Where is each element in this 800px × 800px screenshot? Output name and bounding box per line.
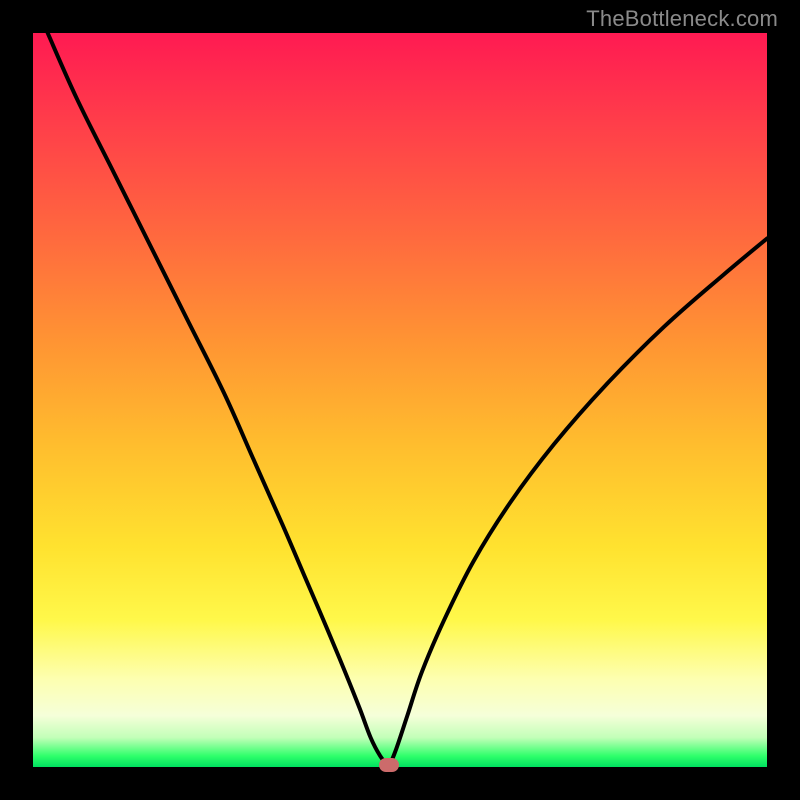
optimal-point-marker	[379, 758, 399, 772]
bottleneck-curve	[33, 33, 767, 767]
plot-area	[33, 33, 767, 767]
watermark-text: TheBottleneck.com	[586, 6, 778, 32]
curve-right-branch	[389, 239, 767, 767]
curve-left-branch	[48, 33, 389, 767]
chart-frame: TheBottleneck.com	[0, 0, 800, 800]
